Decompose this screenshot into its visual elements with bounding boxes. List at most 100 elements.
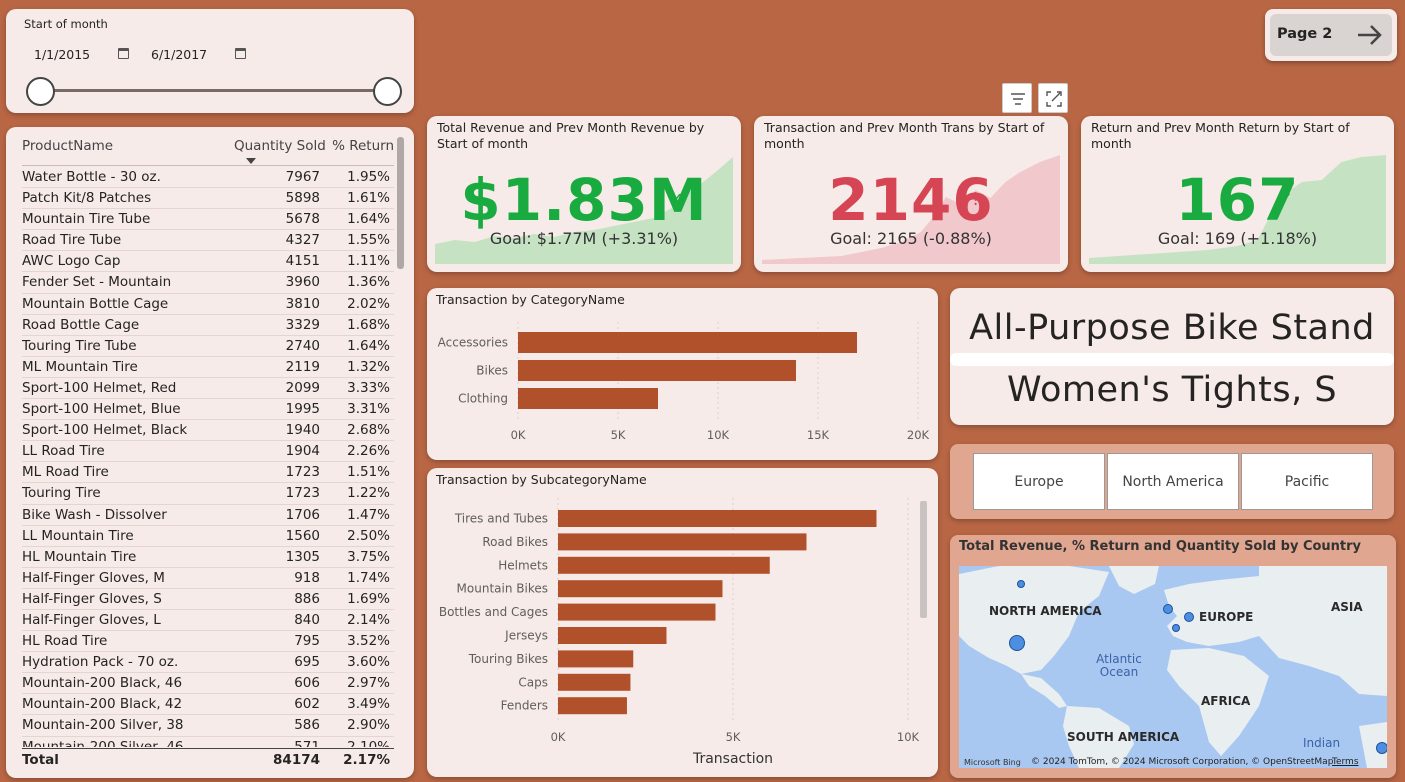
table-row[interactable]: Sport-100 Helmet, Blue 1995 3.31% (22, 399, 394, 421)
bar-tires-and-tubes[interactable] (558, 510, 877, 527)
page-2-button[interactable]: Page 2 (1265, 9, 1397, 61)
return-cell: 1.68% (347, 316, 390, 333)
column-header-product[interactable]: ProductName (22, 138, 113, 154)
return-cell: 1.22% (347, 485, 390, 502)
table-row[interactable]: AWC Logo Cap 4151 1.11% (22, 251, 394, 273)
table-row[interactable]: Mountain-200 Black, 46 606 2.97% (22, 673, 394, 695)
table-row[interactable]: Hydration Pack - 70 oz. 695 3.60% (22, 652, 394, 674)
table-row[interactable]: Mountain Bottle Cage 3810 2.02% (22, 294, 394, 315)
slider-end-handle[interactable] (373, 77, 402, 106)
bar-touring-bikes[interactable] (558, 650, 634, 668)
product-name-cell: HL Mountain Tire (22, 548, 137, 565)
product-name-cell: Patch Kit/8 Patches (22, 190, 152, 207)
column-header-quantity[interactable]: Quantity Sold (234, 138, 326, 154)
table-row[interactable]: LL Mountain Tire 1560 2.50% (22, 526, 394, 547)
product-table: ProductName Quantity Sold % Return Water… (6, 127, 414, 778)
country-bubble-france[interactable] (1172, 624, 1180, 632)
product-name-cell: LL Mountain Tire (22, 527, 134, 544)
category-label: Bottles and Cages (439, 605, 548, 619)
table-row[interactable]: Mountain-200 Silver, 46 571 2.10% (22, 737, 394, 747)
quantity-cell: 4151 (285, 253, 320, 270)
region-button-pacific[interactable]: Pacific (1241, 453, 1373, 510)
bar-bottles-and-cages[interactable] (558, 603, 716, 621)
quantity-cell: 1723 (285, 485, 320, 502)
table-row[interactable]: Bike Wash - Dissolver 1706 1.47% (22, 505, 394, 526)
kpi-transactions: Transaction and Prev Month Trans by Star… (754, 116, 1068, 272)
product-name-cell: Half-Finger Gloves, S (22, 590, 162, 607)
table-row[interactable]: LL Road Tire 1904 2.26% (22, 441, 394, 463)
end-date-input[interactable]: 6/1/2017 (151, 47, 207, 62)
table-row[interactable]: HL Mountain Tire 1305 3.75% (22, 547, 394, 568)
kpi-goal: Goal: 169 (+1.18%) (1157, 229, 1318, 248)
table-row[interactable]: Fender Set - Mountain 3960 1.36% (22, 272, 394, 294)
page-2-label: Page 2 (1277, 26, 1333, 42)
bar-accessories[interactable] (518, 332, 857, 353)
country-bubble-germany[interactable] (1184, 612, 1194, 622)
quantity-cell: 1706 (285, 506, 320, 523)
calendar-icon[interactable] (118, 48, 129, 59)
bar-jerseys[interactable] (558, 627, 667, 644)
map-canvas[interactable]: NORTH AMERICA EUROPE ASIA AFRICA SOUTH A… (959, 566, 1387, 768)
calendar-icon[interactable] (235, 48, 246, 59)
country-bubble-uk[interactable] (1163, 604, 1173, 614)
return-cell: 1.55% (347, 232, 390, 249)
table-scrollbar[interactable] (397, 137, 404, 269)
bar-mountain-bikes[interactable] (558, 580, 723, 598)
chart-scrollbar[interactable] (920, 501, 927, 618)
category-label: Road Bikes (482, 535, 548, 549)
product-name-cell: Hydration Pack - 70 oz. (22, 654, 179, 671)
bar-clothing[interactable] (518, 388, 658, 409)
table-row[interactable]: Mountain-200 Black, 42 602 3.49% (22, 694, 394, 716)
map-label-indian: Indian (1303, 736, 1341, 750)
table-row[interactable]: Road Tire Tube 4327 1.55% (22, 230, 394, 252)
region-button-north-america[interactable]: North America (1107, 453, 1239, 510)
table-row[interactable]: Road Bottle Cage 3329 1.68% (22, 315, 394, 336)
table-row[interactable]: Touring Tire 1723 1.22% (22, 483, 394, 505)
top-product-card: All-Purpose Bike Stand (969, 308, 1375, 348)
column-header-return[interactable]: % Return (332, 138, 394, 154)
return-cell: 2.90% (347, 717, 390, 734)
country-bubble-australia[interactable] (1376, 742, 1387, 754)
table-row[interactable]: Sport-100 Helmet, Red 2099 3.33% (22, 378, 394, 400)
bar-bikes[interactable] (518, 360, 796, 381)
map-attribution: © 2024 TomTom, © 2024 Microsoft Corporat… (1031, 757, 1334, 767)
bar-fenders[interactable] (558, 697, 627, 715)
country-bubble-usa[interactable] (1009, 635, 1025, 651)
slider-start-handle[interactable] (26, 77, 55, 106)
x-tick-label: 5K (611, 428, 626, 442)
focus-mode-icon[interactable] (1038, 83, 1068, 113)
table-row[interactable]: ML Mountain Tire 2119 1.32% (22, 357, 394, 378)
product-name-cell: ML Mountain Tire (22, 358, 138, 375)
table-row[interactable]: Half-Finger Gloves, S 886 1.69% (22, 589, 394, 610)
table-row[interactable]: Mountain Tire Tube 5678 1.64% (22, 209, 394, 231)
table-row[interactable]: Sport-100 Helmet, Black 1940 2.68% (22, 420, 394, 442)
quantity-cell: 795 (294, 633, 320, 650)
table-row[interactable]: Water Bottle - 30 oz. 7967 1.95% (22, 167, 394, 189)
bar-caps[interactable] (558, 673, 631, 691)
map-terms-link[interactable]: Terms (1332, 757, 1359, 767)
table-row[interactable]: Half-Finger Gloves, M 918 1.74% (22, 568, 394, 589)
country-bubble-canada[interactable] (1017, 580, 1025, 588)
table-row[interactable]: ML Road Tire 1723 1.51% (22, 462, 394, 484)
product-name-cards: All-Purpose Bike Stand Women's Tights, S (950, 288, 1394, 425)
product-name-cell: Road Bottle Cage (22, 316, 140, 333)
bar-road-bikes[interactable] (558, 533, 807, 551)
filter-icon[interactable] (1002, 83, 1032, 113)
table-row[interactable]: Patch Kit/8 Patches 5898 1.61% (22, 188, 394, 210)
category-label: Bikes (476, 364, 508, 378)
table-row[interactable]: Touring Tire Tube 2740 1.64% (22, 336, 394, 357)
quantity-cell: 1560 (285, 527, 320, 544)
quantity-cell: 695 (294, 654, 320, 671)
kpi-goal: Goal: $1.77M (+3.31%) (489, 229, 679, 248)
start-date-input[interactable]: 1/1/2015 (34, 47, 90, 62)
table-row[interactable]: Half-Finger Gloves, L 840 2.14% (22, 610, 394, 632)
kpi-goal: Goal: 2165 (-0.88%) (830, 229, 992, 248)
return-cell: 2.26% (347, 443, 390, 460)
table-row[interactable]: HL Road Tire 795 3.52% (22, 631, 394, 653)
quantity-cell: 606 (294, 675, 320, 692)
return-cell: 2.14% (347, 611, 390, 628)
region-button-europe[interactable]: Europe (973, 453, 1105, 510)
quantity-cell: 2740 (285, 337, 320, 354)
table-row[interactable]: Mountain-200 Silver, 38 586 2.90% (22, 715, 394, 737)
bar-helmets[interactable] (558, 556, 770, 574)
